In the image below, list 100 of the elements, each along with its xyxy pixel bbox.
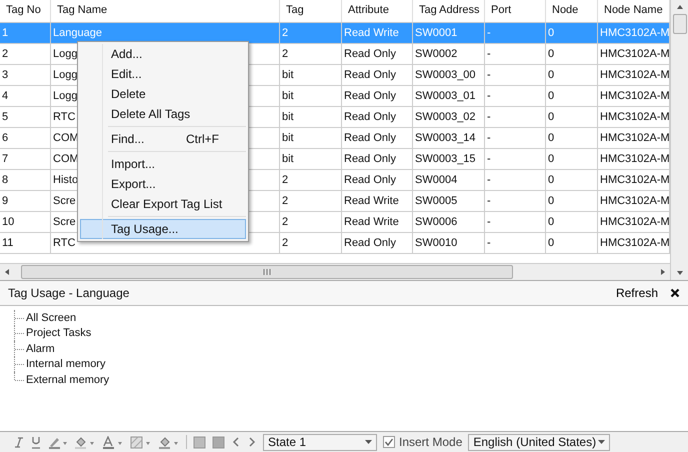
table-cell: bit bbox=[282, 152, 294, 165]
table-cell: - bbox=[487, 48, 491, 60]
table-cell: Read Only bbox=[344, 48, 396, 60]
scrollbar-thumb[interactable] bbox=[21, 265, 513, 280]
menu-item[interactable]: Edit... bbox=[80, 64, 246, 84]
refresh-button[interactable]: Refresh bbox=[616, 286, 658, 300]
state-dropdown[interactable]: State 1 bbox=[263, 434, 377, 450]
table-cell: 2 bbox=[282, 216, 288, 228]
table-cell: 5 bbox=[2, 110, 8, 123]
checkbox[interactable] bbox=[383, 436, 395, 448]
menu-item[interactable]: Clear Export Tag List bbox=[80, 194, 246, 214]
table-cell: 9 bbox=[2, 194, 8, 207]
table-cell: bit bbox=[282, 90, 294, 102]
caret-icon bbox=[598, 440, 606, 444]
menu-item[interactable]: Delete bbox=[80, 84, 246, 104]
tree-item[interactable]: Alarm bbox=[25, 342, 55, 355]
table-cell: 1 bbox=[2, 26, 8, 39]
table-cell: SW0010 bbox=[415, 236, 458, 249]
table-cell: Histo bbox=[53, 174, 78, 186]
column-header[interactable]: Tag Name bbox=[51, 0, 280, 22]
tree-item[interactable]: Project Tasks bbox=[25, 327, 92, 340]
underline-icon[interactable] bbox=[30, 436, 42, 448]
pattern-dropdown-icon[interactable] bbox=[130, 436, 152, 448]
table-cell: SW0004 bbox=[415, 174, 458, 186]
next-icon[interactable] bbox=[247, 436, 257, 448]
table-cell: HMC3102A-M bbox=[600, 174, 669, 186]
column-header[interactable]: Tag bbox=[280, 0, 342, 22]
table-cell: 0 bbox=[548, 90, 554, 102]
menu-item[interactable]: Add... bbox=[80, 44, 246, 64]
column-header[interactable]: Attribute bbox=[342, 0, 413, 22]
table-cell: - bbox=[487, 132, 491, 144]
table-cell: 0 bbox=[548, 48, 554, 60]
table-cell: HMC3102A-M bbox=[600, 132, 669, 144]
menu-item[interactable]: Delete All Tags bbox=[80, 104, 246, 124]
previous-icon[interactable] bbox=[231, 436, 241, 448]
table-cell: SW0003_14 bbox=[415, 132, 476, 144]
scrollbar-thumb[interactable] bbox=[672, 14, 686, 34]
check-icon bbox=[384, 437, 394, 447]
tree-item[interactable]: Internal memory bbox=[25, 358, 106, 370]
table-cell: - bbox=[487, 174, 491, 186]
table-cell: Read Only bbox=[344, 236, 396, 249]
column-header[interactable]: Port bbox=[485, 0, 546, 22]
font-color-icon[interactable] bbox=[102, 436, 124, 448]
table-cell: 11 bbox=[2, 236, 14, 249]
table-cell: 2 bbox=[282, 48, 288, 60]
vertical-scrollbar[interactable] bbox=[670, 0, 688, 280]
scroll-left-icon[interactable] bbox=[3, 268, 11, 276]
square-icon[interactable] bbox=[193, 436, 206, 448]
square-icon[interactable] bbox=[212, 436, 225, 448]
close-icon[interactable] bbox=[670, 288, 680, 298]
fill-dropdown-icon[interactable] bbox=[74, 436, 96, 448]
table-cell: SW0002 bbox=[415, 48, 458, 60]
table-cell: 0 bbox=[548, 194, 554, 207]
menu-item[interactable]: Find... Ctrl+F bbox=[80, 129, 246, 149]
table-cell: Scre bbox=[53, 194, 76, 207]
table-cell: Language bbox=[53, 26, 102, 39]
scroll-down-icon[interactable] bbox=[676, 269, 684, 277]
table-cell: - bbox=[487, 216, 491, 228]
table-cell: Read Only bbox=[344, 174, 396, 186]
table-cell: 2 bbox=[2, 48, 8, 60]
table-cell: 2 bbox=[282, 236, 288, 249]
scroll-right-icon[interactable] bbox=[659, 268, 667, 276]
table-cell: RTC bbox=[53, 236, 76, 249]
table-cell: 2 bbox=[282, 174, 288, 186]
table-cell: - bbox=[487, 236, 491, 249]
table-cell: 0 bbox=[548, 174, 554, 186]
table-cell: 10 bbox=[2, 216, 14, 228]
tree-item[interactable]: External memory bbox=[25, 374, 110, 386]
scroll-up-icon[interactable] bbox=[676, 3, 684, 11]
italic-icon[interactable] bbox=[14, 436, 24, 448]
table-cell: 0 bbox=[548, 236, 554, 249]
table-cell: HMC3102A-M bbox=[600, 152, 669, 165]
caret-icon bbox=[365, 440, 372, 444]
table-cell: - bbox=[487, 194, 491, 207]
menu-item[interactable]: Tag Usage... bbox=[80, 219, 246, 239]
table-cell: HMC3102A-M bbox=[600, 48, 669, 60]
table-cell: SW0003_02 bbox=[415, 110, 476, 123]
horizontal-scrollbar[interactable] bbox=[0, 263, 670, 280]
table-cell: 2 bbox=[282, 26, 288, 39]
column-header[interactable]: Tag Address bbox=[413, 0, 485, 22]
table-cell: SW0006 bbox=[415, 216, 458, 228]
table-cell: HMC3102A-M bbox=[600, 26, 669, 39]
language-dropdown[interactable]: English (United States) bbox=[468, 434, 610, 450]
insert-mode-checkbox[interactable]: Insert Mode bbox=[383, 435, 462, 449]
grip-icon bbox=[263, 269, 271, 276]
fill-dropdown-icon[interactable] bbox=[158, 436, 180, 448]
tree-item[interactable]: All Screen bbox=[25, 312, 76, 324]
table-cell: HMC3102A-M bbox=[600, 90, 669, 102]
table-cell: HMC3102A-M bbox=[600, 216, 669, 228]
table-cell: bit bbox=[282, 110, 294, 123]
table-cell: 7 bbox=[2, 152, 8, 165]
table-cell: - bbox=[487, 68, 491, 81]
table-cell: Scre bbox=[53, 216, 76, 228]
table-cell: - bbox=[487, 110, 491, 123]
table-cell: - bbox=[487, 26, 491, 39]
pen-dropdown-icon[interactable] bbox=[48, 436, 68, 448]
column-header[interactable]: Tag No bbox=[0, 0, 51, 22]
column-header[interactable]: Node bbox=[546, 0, 598, 22]
table-cell: 0 bbox=[548, 216, 554, 228]
table-cell: - bbox=[487, 152, 491, 165]
